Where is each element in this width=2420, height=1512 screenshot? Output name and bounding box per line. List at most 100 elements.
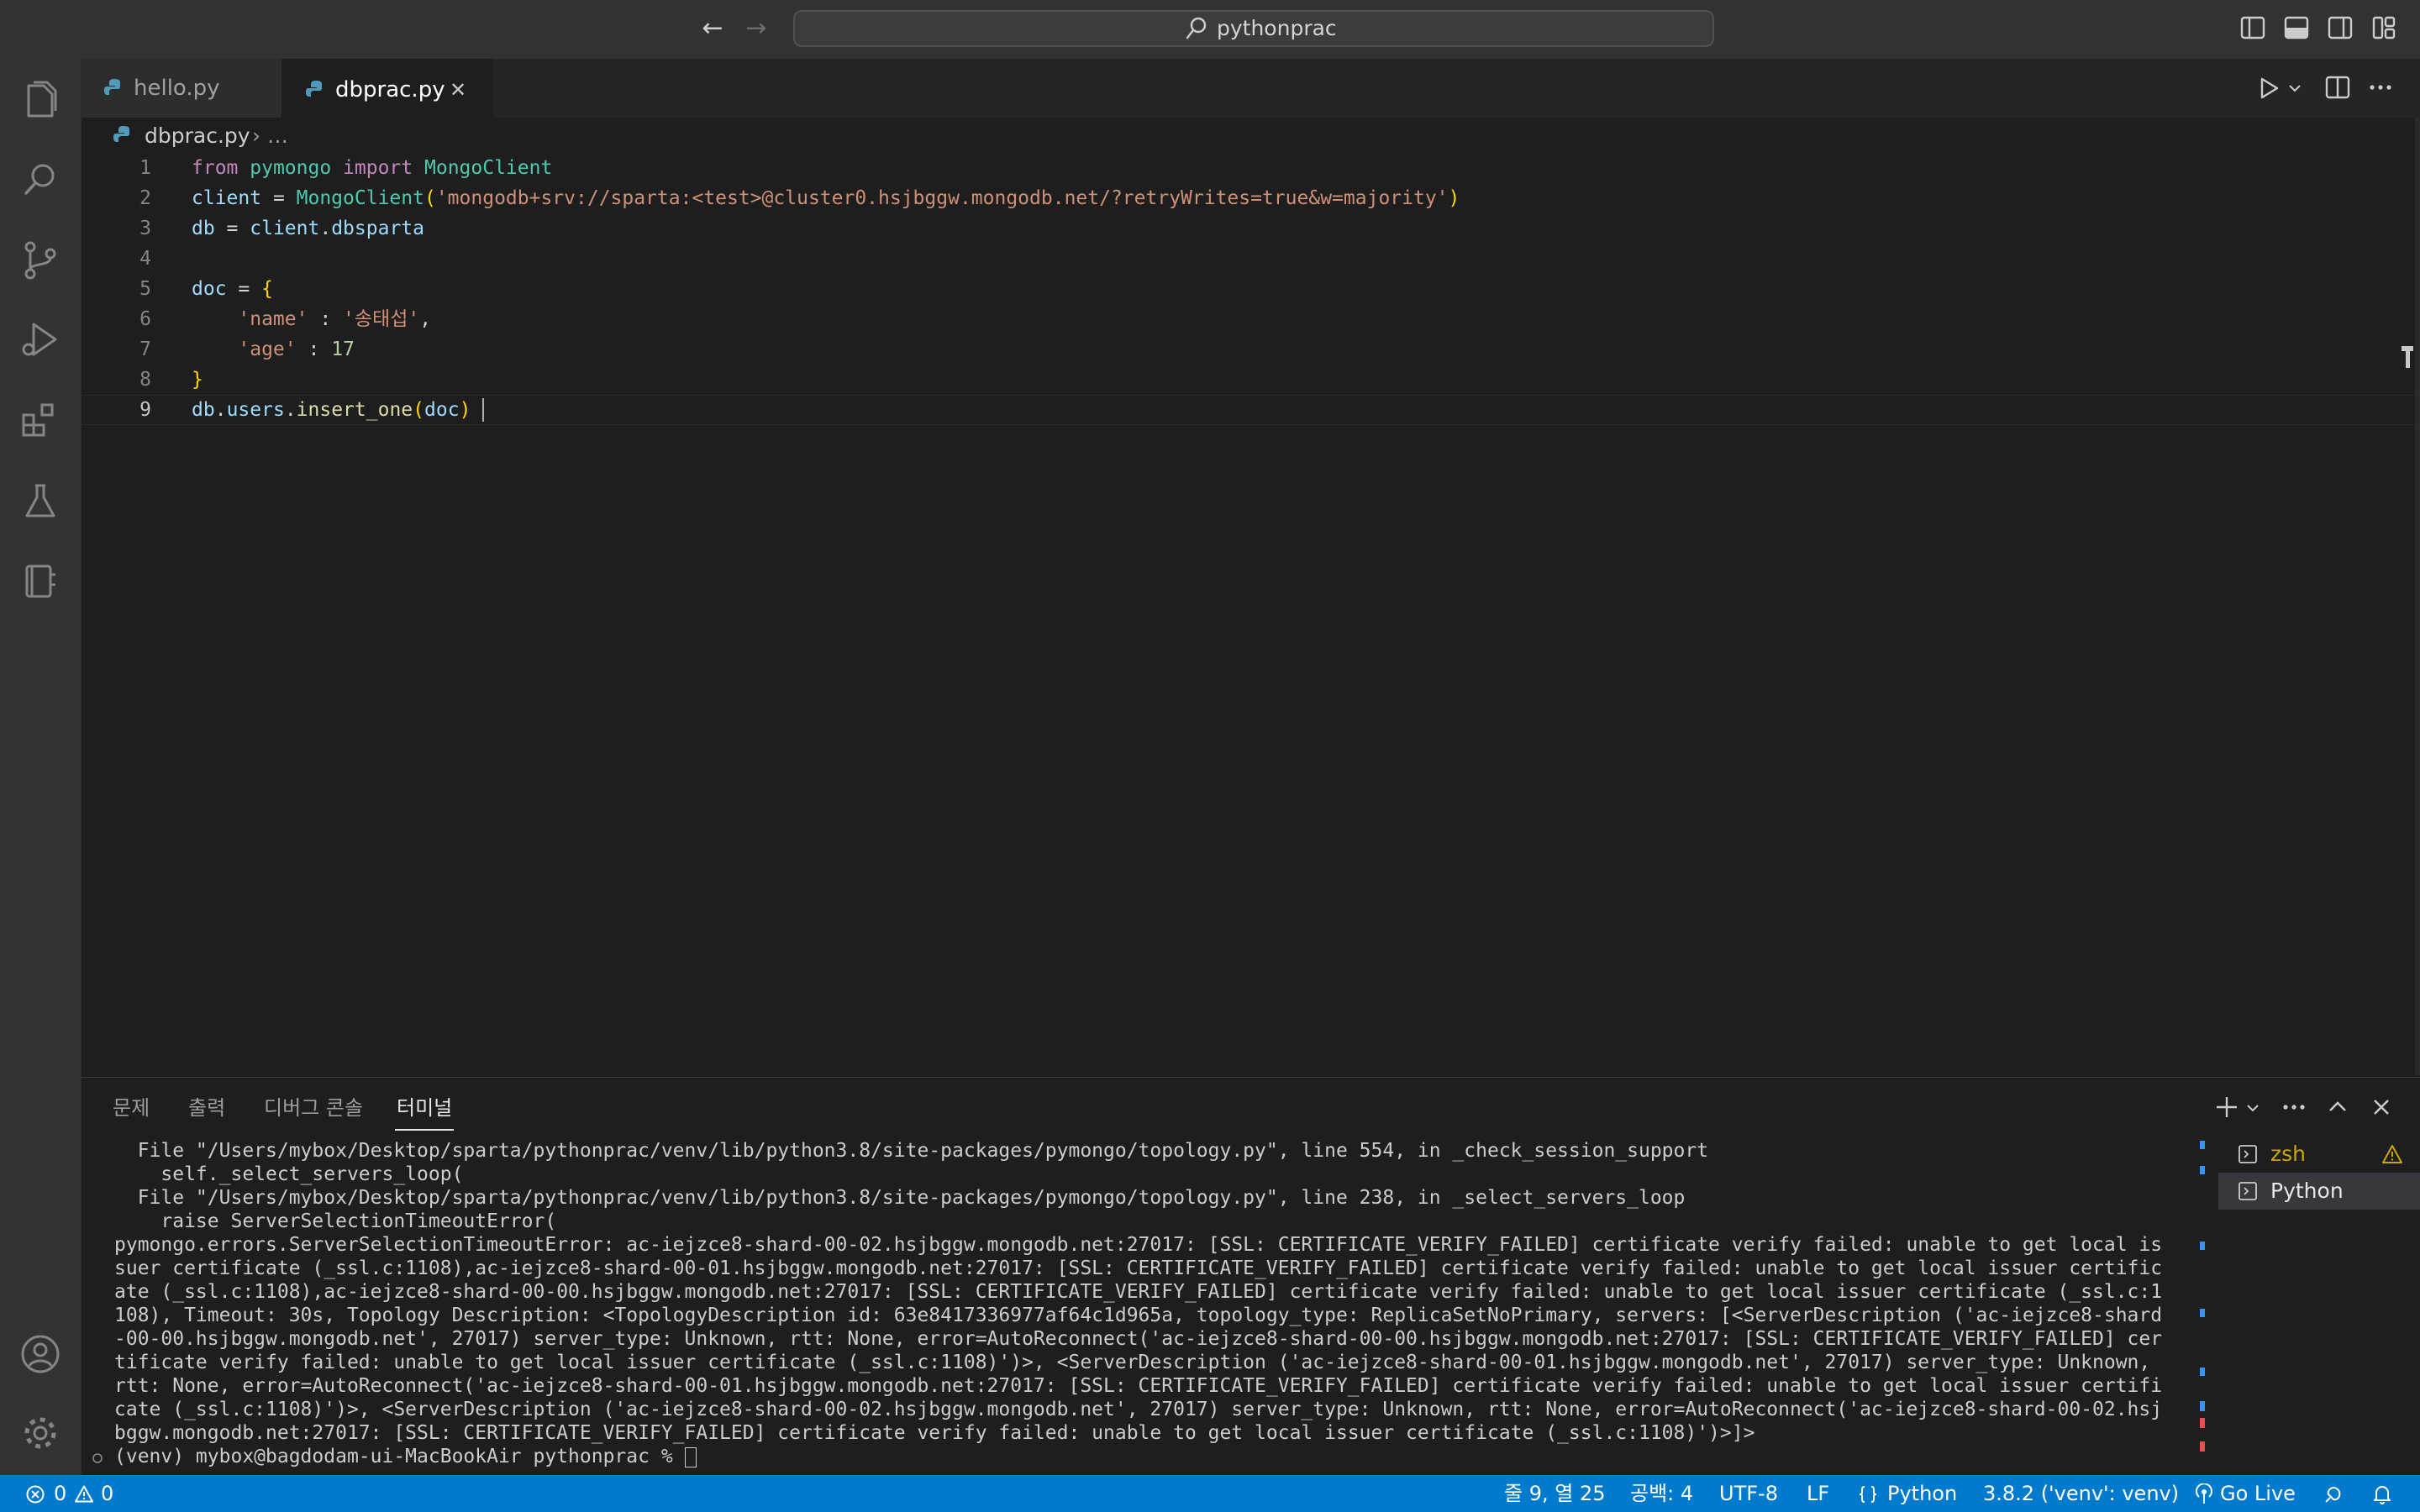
feedback-icon[interactable] [2323, 1483, 2344, 1505]
toggle-secondary-sidebar-icon[interactable] [2328, 15, 2353, 40]
code-token: dbsparta [331, 218, 424, 239]
command-status-circle-icon [92, 1453, 103, 1463]
breadcrumb-rest[interactable]: › … [252, 123, 288, 150]
toggle-primary-sidebar-icon[interactable] [2240, 15, 2265, 40]
python-interpreter[interactable]: 3.8.2 ('venv': venv) [1983, 1475, 2179, 1512]
back-arrow-icon[interactable]: ← [697, 13, 728, 44]
terminal-output[interactable]: File "/Users/mybox/Desktop/sparta/python… [114, 1139, 2190, 1468]
warning-count[interactable]: 0 [101, 1475, 113, 1512]
forward-arrow-icon[interactable]: → [741, 13, 771, 44]
code-token: } [192, 369, 203, 391]
terminal-item-zsh[interactable]: zsh [2218, 1136, 2420, 1173]
line-number: 7 [139, 339, 151, 360]
search-icon [1186, 17, 1207, 39]
go-live-button[interactable]: Go Live [2220, 1475, 2296, 1512]
code-line: doc = { [192, 274, 273, 304]
chevron-down-icon[interactable] [2287, 81, 2302, 96]
tab-dbprac-py[interactable]: dbprac.py ✕ [281, 59, 493, 118]
code-token: , [419, 308, 432, 330]
code-token: 'age' [238, 339, 297, 360]
code-token: . [214, 399, 227, 421]
terminal-item-label: zsh [2270, 1142, 2306, 1166]
customize-layout-icon[interactable] [2371, 15, 2396, 40]
code-line: client = MongoClient('mongodb+srv://spar… [192, 183, 1460, 213]
terminal-line: bggw.mongodb.net:27017: [SSL: CERTIFICAT… [114, 1422, 1755, 1444]
search-label: pythonprac [1217, 16, 1337, 40]
tab-label: hello.py [134, 76, 220, 101]
close-panel-icon[interactable] [2368, 1094, 2395, 1121]
terminal-cursor [684, 1446, 697, 1467]
chevron-down-icon[interactable] [2245, 1100, 2260, 1116]
terminal-line: 108), Timeout: 30s, Topology Description… [114, 1305, 2163, 1326]
notifications-bell-icon[interactable] [2371, 1483, 2393, 1505]
code-token: MongoClient [296, 187, 424, 209]
python-file-icon [113, 126, 129, 142]
indentation[interactable]: 공백: 4 [1630, 1475, 1693, 1512]
code-token: db [192, 218, 215, 239]
search-view-icon[interactable] [18, 158, 62, 202]
prompt-text: (venv) mybox@bagdodam-ui-MacBookAir pyth… [114, 1446, 685, 1467]
code-token: from [192, 157, 239, 179]
run-python-file-icon[interactable] [2257, 74, 2282, 102]
code-line: 'age' : 17 [192, 334, 355, 365]
more-actions-icon[interactable] [2281, 1094, 2307, 1121]
close-tab-icon[interactable]: ✕ [450, 77, 466, 102]
terminal-line: suer certificate (_ssl.c:1108),ac-iejzce… [114, 1257, 2163, 1279]
accounts-icon[interactable] [18, 1332, 62, 1376]
language-mode[interactable]: Python [1887, 1475, 1957, 1512]
error-icon[interactable] [25, 1484, 45, 1504]
terminal-item-python[interactable]: Python [2218, 1173, 2420, 1210]
toggle-panel-icon[interactable] [2284, 15, 2309, 40]
tab-problems[interactable]: 문제 [113, 1094, 150, 1122]
run-and-debug-icon[interactable] [18, 318, 62, 361]
terminal-icon [2238, 1145, 2257, 1163]
tab-debug-console[interactable]: 디버그 콘솔 [264, 1094, 363, 1122]
python-file-icon [306, 81, 322, 97]
source-control-icon[interactable] [18, 239, 62, 282]
breadcrumb-file[interactable]: dbprac.py [145, 123, 250, 150]
tab-hello-py[interactable]: hello.py [82, 59, 281, 118]
code-token: pymongo [250, 157, 332, 179]
explorer-icon[interactable] [18, 77, 62, 121]
code-token: : [296, 339, 332, 360]
code-line: 'name' : '송태섭', [192, 304, 431, 334]
language-braces-icon [1859, 1486, 1877, 1503]
new-terminal-plus-icon[interactable] [2213, 1094, 2240, 1121]
error-count[interactable]: 0 [54, 1475, 66, 1512]
code-token: 'mongodb+srv://sparta:<test>@cluster0.hs… [435, 187, 1449, 209]
cursor-position[interactable]: 줄 9, 열 25 [1504, 1475, 1605, 1512]
split-editor-icon[interactable] [2324, 74, 2351, 101]
tab-terminal[interactable]: 터미널 [397, 1094, 452, 1122]
end-of-line[interactable]: LF [1807, 1475, 1829, 1512]
tab-label: dbprac.py [335, 77, 445, 102]
extensions-icon[interactable] [18, 398, 62, 442]
code-token: ) [1448, 187, 1460, 209]
code-line: db = client.dbsparta [192, 213, 424, 244]
tab-output[interactable]: 출력 [188, 1094, 225, 1122]
more-actions-icon[interactable] [2368, 81, 2393, 94]
code-line: db.users.insert_one(doc) [192, 395, 471, 425]
line-number: 4 [139, 248, 151, 270]
manage-gear-icon[interactable] [18, 1411, 62, 1455]
line-number: 1 [139, 157, 151, 179]
editor-scrollbar[interactable] [2415, 118, 2420, 1075]
python-file-icon [104, 79, 120, 95]
warning-icon[interactable] [74, 1484, 94, 1504]
line-number: 2 [139, 187, 151, 209]
maximize-panel-chevron-up-icon[interactable] [2324, 1094, 2351, 1121]
encoding[interactable]: UTF-8 [1719, 1475, 1778, 1512]
testing-flask-icon[interactable] [18, 479, 62, 522]
code-token: 'name' [238, 308, 308, 330]
broadcast-icon [2196, 1483, 2212, 1504]
code-token: ( [413, 399, 425, 421]
code-token: ) [459, 399, 471, 421]
terminal-prompt[interactable]: (venv) mybox@bagdodam-ui-MacBookAir pyth… [114, 1445, 2190, 1468]
remote-explorer-icon[interactable] [18, 559, 62, 603]
terminal-line: ate (_ssl.c:1108),ac-iejzce8-shard-00-00… [114, 1281, 2163, 1303]
terminal-line: File "/Users/mybox/Desktop/sparta/python… [114, 1140, 1709, 1162]
code-token: = [226, 278, 262, 300]
